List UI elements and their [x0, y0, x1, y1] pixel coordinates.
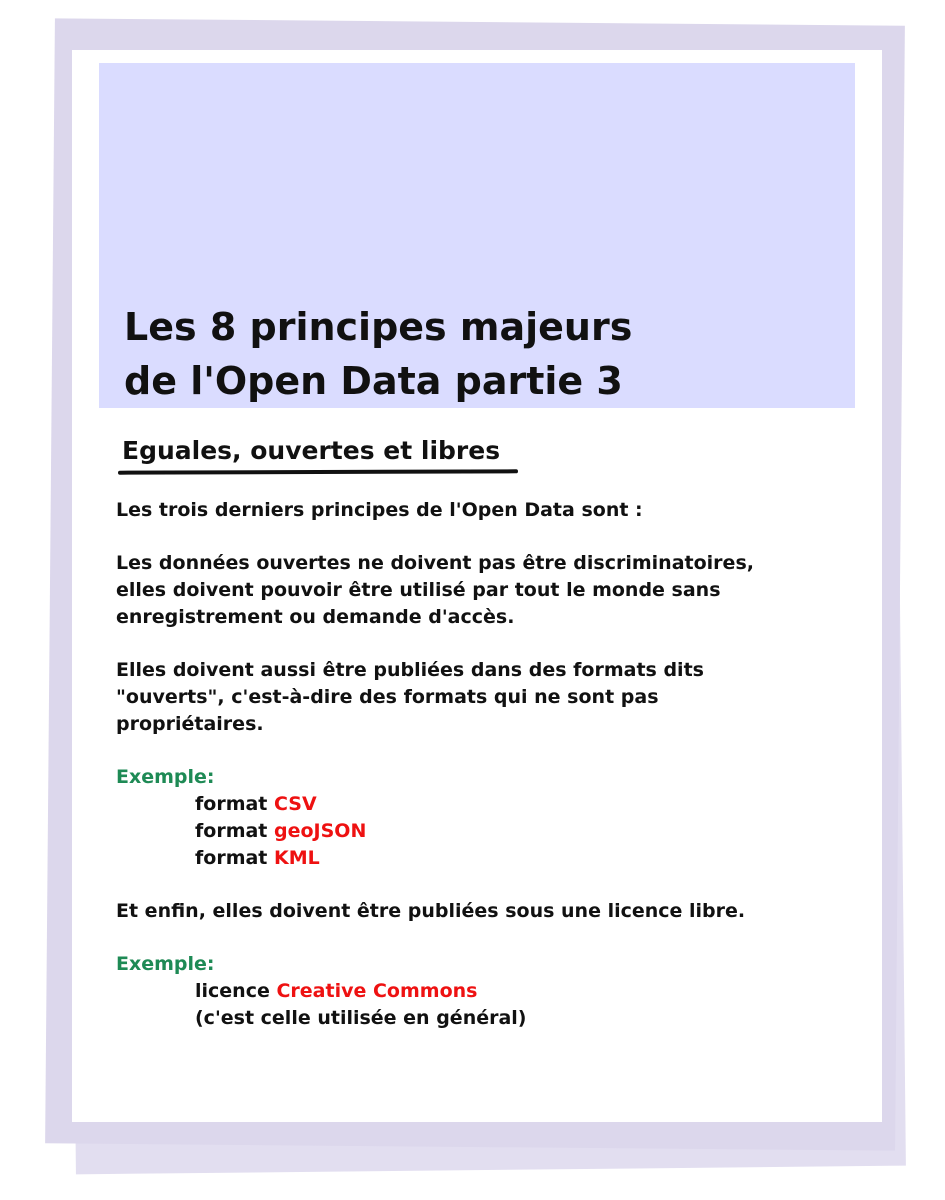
paragraph-open-formats: Elles doivent aussi être publiées dans d… — [116, 657, 816, 738]
paragraph-line: propriétaires. — [116, 713, 264, 735]
paragraph-line: "ouverts", c'est-à-dire des formats qui … — [116, 686, 659, 708]
paragraph-line: elles doivent pouvoir être utilisé par t… — [116, 579, 721, 601]
page-title-line-2: de l'Open Data partie 3 — [124, 359, 623, 403]
example-label: Exemple: — [116, 766, 215, 788]
intro-text: Les trois derniers principes de l'Open D… — [116, 499, 643, 521]
example-format-item: format CSV — [116, 791, 816, 818]
section-heading: Eguales, ouvertes et libres — [122, 436, 501, 465]
body-content: Les trois derniers principes de l'Open D… — [116, 497, 816, 1032]
format-prefix: format — [195, 847, 275, 869]
example-format-item: format KML — [116, 845, 816, 872]
example-label: Exemple: — [116, 953, 215, 975]
format-prefix: format — [195, 793, 275, 815]
page-title-line-1: Les 8 principes majeurs — [124, 305, 633, 349]
paragraph-line: Elles doivent aussi être publiées dans d… — [116, 659, 704, 681]
paragraph-free-licence: Et enfin, elles doivent être publiées so… — [116, 900, 746, 922]
page-title: Les 8 principes majeurs de l'Open Data p… — [124, 300, 632, 408]
example-format-item: format geoJSON — [116, 818, 816, 845]
licence-prefix: licence — [195, 980, 277, 1002]
licence-note: (c'est celle utilisée en général) — [195, 1007, 527, 1029]
format-name: geoJSON — [274, 820, 367, 842]
licence-name: Creative Commons — [276, 980, 478, 1002]
paragraph-line: enregistrement ou demande d'accès. — [116, 606, 515, 628]
paragraph-non-discriminatory: Les données ouvertes ne doivent pas être… — [116, 550, 816, 631]
example-licence-item: licence Creative Commons — [116, 978, 816, 1005]
paragraph-line: Les données ouvertes ne doivent pas être… — [116, 552, 754, 574]
format-name: CSV — [274, 793, 317, 815]
format-prefix: format — [195, 820, 275, 842]
format-name: KML — [274, 847, 320, 869]
